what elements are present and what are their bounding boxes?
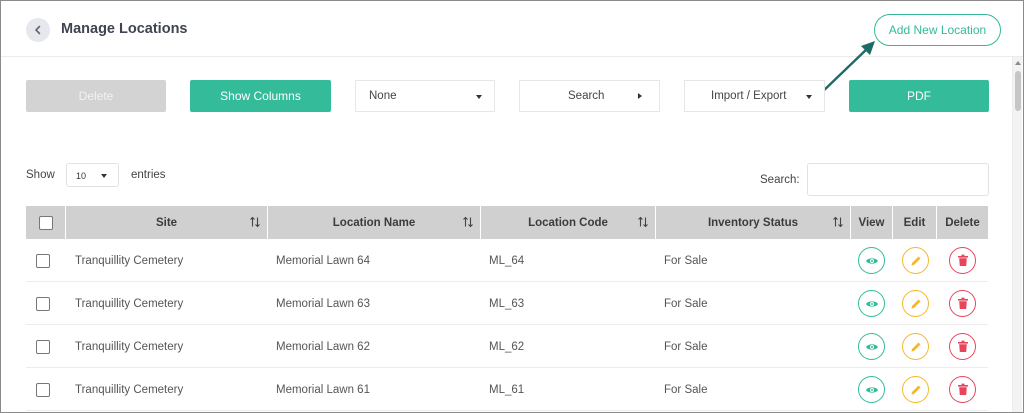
- trash-icon: [957, 254, 968, 266]
- show-label: Show: [26, 169, 55, 181]
- view-button[interactable]: [858, 247, 885, 274]
- row-select-cell: [26, 239, 59, 282]
- column-header-location-code[interactable]: Location Code: [481, 206, 656, 239]
- cell-site: Tranquillity Cemetery: [75, 383, 184, 396]
- row-select-cell: [26, 325, 59, 368]
- cell-location-name: Memorial Lawn 61: [276, 383, 370, 396]
- table-row: Tranquillity Cemetery Memorial Lawn 63 M…: [26, 282, 988, 325]
- search-button[interactable]: Search: [519, 80, 660, 112]
- pdf-button[interactable]: PDF: [849, 80, 989, 112]
- cell-location-code: ML_62: [489, 340, 525, 353]
- column-header-label: Inventory Status: [707, 216, 799, 229]
- eye-icon: [865, 386, 878, 393]
- cell-location-name: Memorial Lawn 64: [276, 254, 370, 267]
- column-header-label: Location Name: [332, 216, 416, 229]
- edit-button[interactable]: [902, 247, 929, 274]
- pencil-icon: [911, 256, 920, 265]
- filter-select-value: None: [369, 90, 397, 102]
- row-select-cell: [26, 282, 59, 325]
- delete-row-button[interactable]: [949, 376, 976, 403]
- cell-inventory-status: For Sale: [664, 340, 708, 353]
- select-all-cell: [26, 206, 66, 239]
- cell-site: Tranquillity Cemetery: [75, 254, 184, 267]
- pencil-icon: [911, 299, 920, 308]
- cell-inventory-status: For Sale: [664, 297, 708, 310]
- delete-row-button[interactable]: [949, 247, 976, 274]
- show-columns-button[interactable]: Show Columns: [190, 80, 331, 112]
- table-header: Site Location Name Location Code Invento…: [26, 206, 988, 239]
- cell-site: Tranquillity Cemetery: [75, 297, 184, 310]
- column-header-site[interactable]: Site: [66, 206, 268, 239]
- view-button[interactable]: [858, 333, 885, 360]
- cell-location-code: ML_64: [489, 254, 525, 267]
- delete-button[interactable]: Delete: [26, 80, 166, 112]
- column-header-delete: Delete: [945, 216, 980, 229]
- column-header-label: Site: [155, 216, 178, 229]
- trash-icon: [957, 340, 968, 352]
- entries-select-value: 10: [76, 171, 87, 181]
- cell-location-code: ML_61: [489, 383, 525, 396]
- delete-row-button[interactable]: [949, 290, 976, 317]
- trash-icon: [957, 297, 968, 309]
- row-checkbox[interactable]: [35, 253, 50, 268]
- pencil-icon: [911, 342, 920, 351]
- cell-site: Tranquillity Cemetery: [75, 340, 184, 353]
- search-input[interactable]: [807, 163, 989, 196]
- row-checkbox[interactable]: [35, 339, 50, 354]
- edit-button[interactable]: [902, 333, 929, 360]
- app-window: Manage Locations Add New Location Delete…: [0, 0, 1024, 413]
- column-header-label: Location Code: [528, 216, 608, 229]
- search-label: Search:: [760, 174, 800, 186]
- column-header-edit: Edit: [893, 206, 937, 239]
- cell-inventory-status: For Sale: [664, 254, 708, 267]
- chevron-left-icon: [35, 25, 41, 35]
- import-export-dropdown[interactable]: Import / Export: [684, 80, 825, 112]
- row-checkbox[interactable]: [35, 296, 50, 311]
- caret-right-icon: [638, 93, 642, 99]
- column-header-inventory-status[interactable]: Inventory Status: [656, 206, 851, 239]
- row-checkbox[interactable]: [35, 382, 50, 397]
- sort-arrows-icon: [833, 216, 843, 228]
- back-button[interactable]: [26, 18, 50, 42]
- cell-inventory-status: For Sale: [664, 383, 708, 396]
- scroll-up-arrow-icon[interactable]: [1015, 61, 1021, 65]
- trash-icon: [957, 383, 968, 395]
- eye-icon: [865, 257, 878, 264]
- import-export-label: Import / Export: [711, 90, 787, 102]
- cell-location-name: Memorial Lawn 63: [276, 297, 370, 310]
- eye-icon: [865, 343, 878, 350]
- edit-button[interactable]: [902, 376, 929, 403]
- cell-location-code: ML_63: [489, 297, 525, 310]
- entries-label: entries: [131, 169, 166, 181]
- filter-select[interactable]: None: [355, 80, 495, 112]
- sort-arrows-icon: [638, 216, 648, 228]
- table-row: Tranquillity Cemetery Memorial Lawn 61 M…: [26, 368, 988, 411]
- view-button[interactable]: [858, 376, 885, 403]
- select-all-checkbox[interactable]: [38, 215, 53, 230]
- row-select-cell: [26, 368, 59, 411]
- add-new-location-button[interactable]: Add New Location: [874, 14, 1001, 46]
- caret-down-icon: [476, 95, 482, 99]
- vertical-scrollbar[interactable]: [1012, 57, 1022, 412]
- search-button-label: Search: [568, 90, 605, 102]
- sort-arrows-icon: [463, 216, 473, 228]
- column-header-location-name[interactable]: Location Name: [268, 206, 481, 239]
- table-row: Tranquillity Cemetery Memorial Lawn 62 M…: [26, 325, 988, 368]
- caret-down-icon: [806, 95, 812, 99]
- eye-icon: [865, 300, 878, 307]
- delete-row-button[interactable]: [949, 333, 976, 360]
- column-header-view: View: [851, 206, 893, 239]
- edit-button[interactable]: [902, 290, 929, 317]
- cell-location-name: Memorial Lawn 62: [276, 340, 370, 353]
- view-button[interactable]: [858, 290, 885, 317]
- scrollbar-thumb[interactable]: [1015, 71, 1021, 111]
- page-title: Manage Locations: [61, 21, 188, 37]
- sort-arrows-icon: [250, 216, 260, 228]
- table-row: Tranquillity Cemetery Memorial Lawn 64 M…: [26, 239, 988, 282]
- caret-down-icon: [101, 174, 107, 178]
- entries-per-page-select[interactable]: 10: [66, 163, 119, 187]
- pencil-icon: [911, 385, 920, 394]
